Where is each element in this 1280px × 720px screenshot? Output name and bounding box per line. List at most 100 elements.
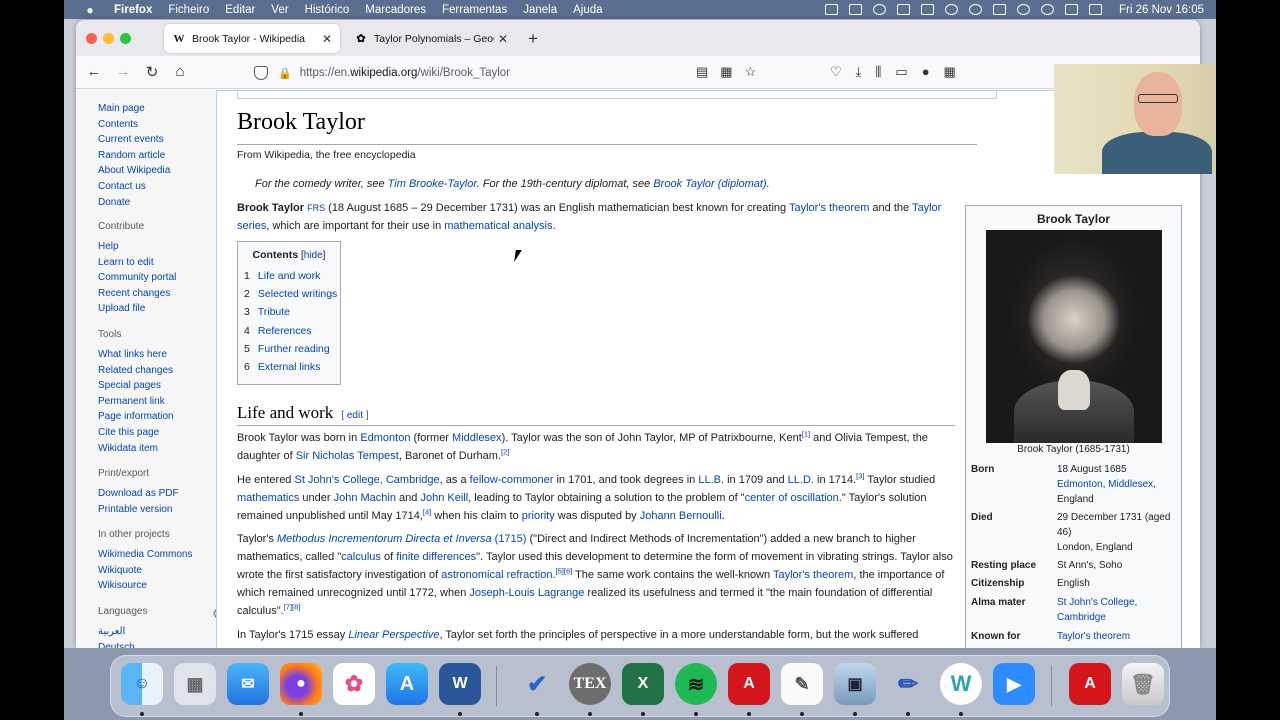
- toc-hide-link[interactable]: hide: [304, 250, 323, 261]
- citation[interactable]: [1]: [802, 429, 810, 438]
- back-icon[interactable]: ←: [84, 63, 104, 80]
- menu-ferramentas[interactable]: Ferramentas: [442, 4, 507, 16]
- toc-link[interactable]: References: [258, 325, 312, 337]
- dock-firefox-icon[interactable]: ●: [280, 663, 322, 705]
- tab-brook-taylor[interactable]: W Brook Taylor - Wikipedia ✕: [164, 24, 340, 53]
- extensions-grid-icon[interactable]: ▦: [944, 64, 956, 80]
- prose-link[interactable]: Johann Bernoulli: [640, 510, 722, 522]
- bookmark-star-icon[interactable]: ☆: [745, 64, 757, 80]
- sidebar-link[interactable]: Cite this page: [98, 425, 174, 441]
- status-icon-f[interactable]: [944, 4, 958, 15]
- zoom-window-button[interactable]: [120, 33, 131, 44]
- dock-trash-icon[interactable]: 🗑: [1122, 663, 1164, 705]
- sidebar-link[interactable]: Help: [98, 239, 176, 255]
- dock-acrobat-reader-icon[interactable]: A: [1069, 663, 1111, 705]
- prose-link[interactable]: Edmonton: [360, 432, 410, 444]
- edit-link[interactable]: edit: [347, 410, 363, 421]
- dock-todo-icon[interactable]: ✔: [516, 663, 558, 705]
- sidebar-link[interactable]: Wikisource: [98, 578, 192, 594]
- menu-historico[interactable]: Histórico: [305, 4, 350, 16]
- toc-item[interactable]: 2 Selected writings: [244, 285, 337, 303]
- prose-link[interactable]: Linear Perspective: [348, 629, 439, 641]
- sidebar-link[interactable]: Wikiquote: [98, 563, 192, 579]
- minimize-window-button[interactable]: [103, 33, 114, 44]
- status-icon-a[interactable]: [824, 4, 838, 15]
- sidebar-link[interactable]: What links here: [98, 347, 174, 363]
- downloads-icon[interactable]: ⤓: [856, 64, 862, 80]
- sidebar-link[interactable]: Deutsch: [98, 640, 148, 648]
- close-tab-icon[interactable]: ✕: [322, 32, 332, 46]
- status-icon-e[interactable]: [920, 4, 934, 15]
- sidebar-link[interactable]: Wikimedia Commons: [98, 547, 192, 563]
- toc-link[interactable]: Life and work: [258, 270, 320, 282]
- prose-link[interactable]: fellow-commoner: [470, 474, 554, 486]
- prose-link[interactable]: John Machin: [334, 492, 396, 504]
- prose-link[interactable]: LL.B.: [698, 474, 724, 486]
- dock-launchpad-icon[interactable]: ▦: [174, 663, 216, 705]
- menu-ajuda[interactable]: Ajuda: [573, 4, 602, 16]
- dock-excel-icon[interactable]: X: [622, 663, 664, 705]
- portrait-image[interactable]: [986, 230, 1162, 443]
- hatnote-link[interactable]: Brook Taylor (diplomat): [653, 178, 766, 190]
- menu-ver[interactable]: Ver: [271, 4, 288, 16]
- dropbox-icon[interactable]: [848, 4, 862, 15]
- sidebar-toggle-icon[interactable]: ▭: [895, 64, 907, 80]
- dock-acrobat-icon[interactable]: A: [728, 663, 770, 705]
- dock-textedit-icon[interactable]: ✎: [781, 663, 823, 705]
- citation[interactable]: [3]: [856, 471, 864, 480]
- sidebar-link[interactable]: Learn to edit: [98, 255, 176, 271]
- close-tab-icon[interactable]: ✕: [498, 32, 508, 46]
- prose-link[interactable]: John Keill: [420, 492, 468, 504]
- dock-mail-icon[interactable]: ✉: [227, 663, 269, 705]
- sidebar-link[interactable]: Upload file: [98, 301, 176, 317]
- sidebar-link[interactable]: العربية: [98, 624, 148, 640]
- menu-janela[interactable]: Janela: [523, 4, 557, 16]
- menu-editar[interactable]: Editar: [225, 4, 255, 16]
- prose-link[interactable]: astronomical refraction: [441, 569, 552, 581]
- extension-icon[interactable]: ●: [922, 64, 930, 80]
- toc-link[interactable]: Tribute: [258, 306, 290, 318]
- dock-whiteboard-icon[interactable]: W: [940, 663, 982, 705]
- menu-clock[interactable]: Fri 26 Nov 16:05: [1119, 4, 1204, 16]
- library-icon[interactable]: ⫼: [875, 64, 881, 80]
- cloud-icon[interactable]: [968, 4, 982, 15]
- sidebar-link[interactable]: Random article: [98, 148, 170, 164]
- wifi-icon[interactable]: [1016, 4, 1030, 15]
- sidebar-link[interactable]: Related changes: [98, 363, 174, 379]
- prose-link[interactable]: Sir Nicholas Tempest: [296, 450, 399, 462]
- sidebar-link[interactable]: About Wikipedia: [98, 163, 170, 179]
- citation[interactable]: [5][6]: [556, 566, 573, 575]
- toc-link[interactable]: External links: [258, 361, 320, 373]
- toc-item[interactable]: 6 External links: [244, 358, 334, 376]
- pocket-icon[interactable]: ♡: [830, 64, 842, 80]
- bluetooth-icon[interactable]: [1064, 4, 1078, 15]
- citation[interactable]: [2]: [501, 447, 509, 456]
- prose-link[interactable]: Taylor's theorem: [789, 202, 869, 214]
- dock-app-store-icon[interactable]: A: [386, 663, 428, 705]
- prose-link[interactable]: Joseph-Louis Lagrange: [469, 587, 584, 599]
- prose-link[interactable]: center of oscillation: [745, 492, 839, 504]
- sidebar-link[interactable]: Wikidata item: [98, 441, 174, 457]
- control-center-icon[interactable]: [1088, 4, 1102, 15]
- dock-finder-icon[interactable]: ☺: [121, 663, 163, 705]
- citation[interactable]: [4]: [423, 507, 431, 516]
- sidebar-link[interactable]: Download as PDF: [98, 486, 179, 502]
- dock-zoom-icon[interactable]: ▶: [993, 663, 1035, 705]
- status-icon-c[interactable]: [872, 4, 886, 15]
- dock-word-icon[interactable]: W: [439, 663, 481, 705]
- frs-link[interactable]: FRS: [307, 203, 325, 213]
- sidebar-link[interactable]: Donate: [98, 195, 170, 211]
- sidebar-link[interactable]: Community portal: [98, 270, 176, 286]
- search-icon[interactable]: [1040, 4, 1054, 15]
- home-icon[interactable]: ⌂: [170, 63, 190, 80]
- citation[interactable]: [7][8]: [284, 602, 301, 611]
- sidebar-link[interactable]: Contact us: [98, 179, 170, 195]
- sidebar-link[interactable]: Contents: [98, 117, 170, 133]
- toc-item[interactable]: 1 Life and work: [244, 267, 334, 285]
- tab-geogebra[interactable]: ✿ Taylor Polynomials – GeoGebra ✕: [346, 24, 516, 53]
- lock-icon[interactable]: 🔒: [278, 67, 292, 80]
- prose-link[interactable]: calculus: [341, 551, 381, 563]
- toc-item[interactable]: 3 Tribute: [244, 303, 334, 321]
- sidebar-link[interactable]: Recent changes: [98, 286, 176, 302]
- sidebar-link[interactable]: Special pages: [98, 378, 174, 394]
